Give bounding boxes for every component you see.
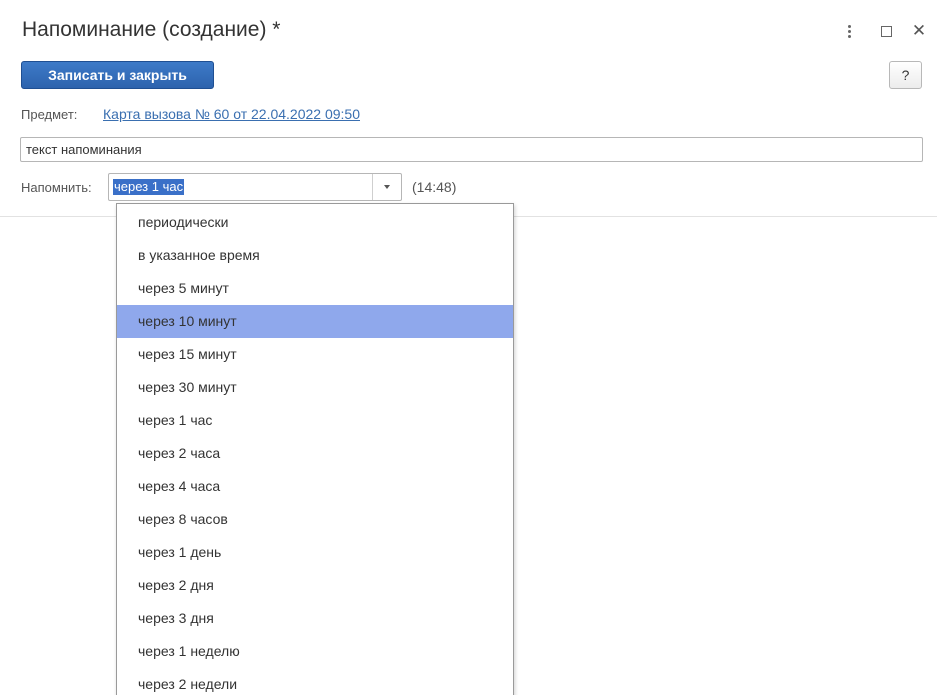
dropdown-option[interactable]: через 8 часов bbox=[117, 503, 513, 536]
save-and-close-button[interactable]: Записать и закрыть bbox=[21, 61, 214, 89]
subject-label: Предмет: bbox=[21, 107, 78, 122]
dropdown-option[interactable]: через 5 минут bbox=[117, 272, 513, 305]
chevron-down-icon bbox=[384, 185, 390, 189]
dropdown-option[interactable]: через 4 часа bbox=[117, 470, 513, 503]
window-title: Напоминание (создание) * bbox=[22, 18, 281, 41]
remind-label: Напомнить: bbox=[21, 180, 92, 195]
remind-time-hint: (14:48) bbox=[412, 179, 457, 195]
remind-combobox-value[interactable]: через 1 час bbox=[113, 179, 185, 195]
dropdown-option[interactable]: через 1 час bbox=[117, 404, 513, 437]
remind-dropdown-list[interactable]: периодически в указанное время через 5 м… bbox=[116, 203, 514, 695]
remind-combobox[interactable]: через 1 час bbox=[108, 173, 402, 201]
dropdown-option[interactable]: периодически bbox=[117, 206, 513, 239]
dropdown-option[interactable]: через 2 дня bbox=[117, 569, 513, 602]
subject-link[interactable]: Карта вызова № 60 от 22.04.2022 09:50 bbox=[103, 106, 360, 122]
maximize-icon[interactable] bbox=[875, 20, 897, 42]
dropdown-option[interactable]: в указанное время bbox=[117, 239, 513, 272]
dropdown-option[interactable]: через 3 дня bbox=[117, 602, 513, 635]
dropdown-option[interactable]: через 1 день bbox=[117, 536, 513, 569]
reminder-window: Напоминание (создание) * ✕ Записать и за… bbox=[0, 0, 937, 695]
dropdown-option[interactable]: через 1 неделю bbox=[117, 635, 513, 668]
help-button[interactable]: ? bbox=[889, 61, 922, 89]
reminder-text-input[interactable]: текст напоминания bbox=[20, 137, 923, 162]
dropdown-option-selected[interactable]: через 10 минут bbox=[117, 305, 513, 338]
dropdown-option[interactable]: через 15 минут bbox=[117, 338, 513, 371]
dropdown-option[interactable]: через 2 часа bbox=[117, 437, 513, 470]
dropdown-toggle-button[interactable] bbox=[372, 174, 401, 200]
close-icon[interactable]: ✕ bbox=[908, 20, 930, 42]
more-vertical-icon[interactable] bbox=[838, 20, 860, 42]
dropdown-option[interactable]: через 30 минут bbox=[117, 371, 513, 404]
dropdown-option[interactable]: через 2 недели bbox=[117, 668, 513, 695]
